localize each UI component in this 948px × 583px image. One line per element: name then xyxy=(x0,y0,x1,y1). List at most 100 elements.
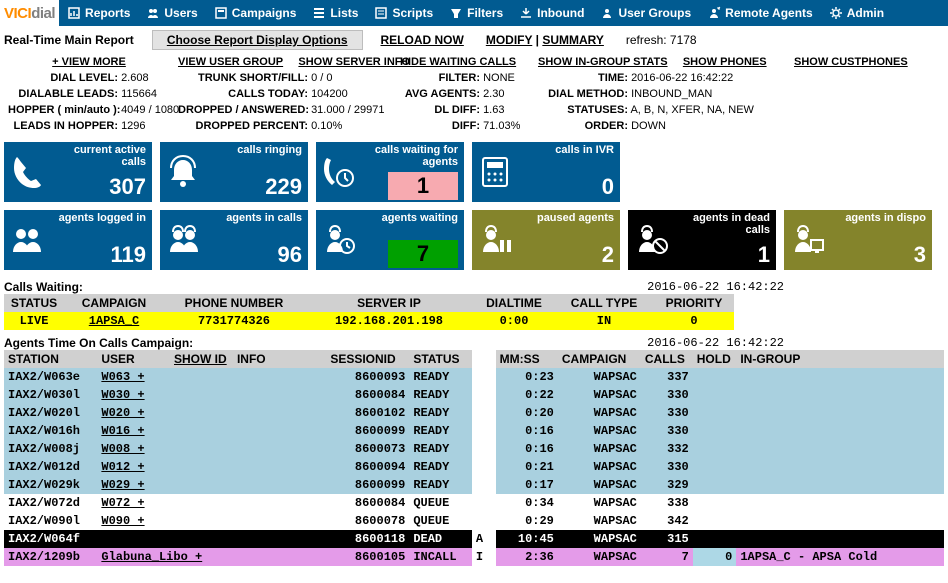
tile-caption: agents waiting xyxy=(382,212,458,224)
table-row[interactable]: IAX2/W029kW029 +8600099READY0:17WAPSAC32… xyxy=(4,476,944,494)
nav-reports[interactable]: Reports xyxy=(59,6,138,20)
table-row[interactable]: IAX2/W063eW063 +8600093READY0:23WAPSAC33… xyxy=(4,368,944,386)
show-phones-link[interactable]: SHOW PHONES xyxy=(683,56,767,68)
cell-flag: A xyxy=(472,530,488,548)
show-server-info-link[interactable]: SHOW SERVER INFO xyxy=(298,56,410,68)
table-row[interactable]: IAX2/W064fW064 +8600118DEADA10:45WAPSAC3… xyxy=(4,530,944,548)
tile-wait[interactable]: calls waiting for agents1 xyxy=(316,142,464,202)
cell-user[interactable]: W030 + xyxy=(97,386,233,404)
col-header[interactable]: SHOW ID xyxy=(170,350,233,368)
table-row[interactable]: IAX2/1209bGlabuna_Libo +8600105INCALLI2:… xyxy=(4,548,944,566)
tile-paused[interactable]: paused agents 2 xyxy=(472,210,620,270)
tile-value: 119 xyxy=(111,242,147,268)
cell-user[interactable]: W016 + xyxy=(97,422,233,440)
cell-hold xyxy=(693,458,737,476)
nav-label: Scripts xyxy=(392,6,433,20)
stat-label: DIAL METHOD: xyxy=(538,86,628,102)
tile-value: 2 xyxy=(602,242,614,268)
show-custphones-link[interactable]: SHOW CUSTPHONES xyxy=(794,56,908,68)
cell-campaign: WAPSAC xyxy=(558,440,641,458)
tile-incalls[interactable]: agents in calls96 xyxy=(160,210,308,270)
cell-campaign: WAPSAC xyxy=(558,530,641,548)
tile-caption: paused agents xyxy=(537,212,614,224)
stat-value: 0 / 0 xyxy=(311,72,332,84)
agents-icon xyxy=(4,210,50,270)
col-header: IN-GROUP xyxy=(736,350,944,368)
logo: VICIdial xyxy=(0,0,59,26)
table-row[interactable]: LIVE1APSA_C7731774326192.168.201.1980:00… xyxy=(4,312,734,330)
tile-agents[interactable]: agents logged in119 xyxy=(4,210,152,270)
view-user-group-link[interactable]: VIEW USER GROUP xyxy=(178,56,283,68)
nav-remote[interactable]: Remote Agents xyxy=(699,6,821,20)
cell-user[interactable]: W029 + xyxy=(97,476,233,494)
nav-lists[interactable]: Lists xyxy=(304,6,366,20)
cell-flag xyxy=(472,368,488,386)
campaign-link[interactable]: 1APSA_C xyxy=(89,314,139,328)
stat-value: 1.63 xyxy=(483,104,504,116)
nav-campaigns[interactable]: Campaigns xyxy=(206,6,305,20)
hide-waiting-calls-link[interactable]: HIDE WAITING CALLS xyxy=(400,56,516,68)
dead-icon xyxy=(628,210,674,270)
tile-caption: calls waiting for agents xyxy=(368,144,458,168)
nav-usergroups[interactable]: User Groups xyxy=(592,6,699,20)
tile-ivr[interactable]: calls in IVR 0 xyxy=(472,142,620,202)
stat-label: DIAL LEVEL: xyxy=(8,70,118,86)
cell-campaign: WAPSAC xyxy=(558,404,641,422)
cell-user[interactable]: W072 + xyxy=(97,494,233,512)
nav-admin[interactable]: Admin xyxy=(821,6,892,20)
tile-phone[interactable]: current active calls307 xyxy=(4,142,152,202)
cell-info xyxy=(233,404,326,422)
nav-scripts[interactable]: Scripts xyxy=(366,6,441,20)
cell-user[interactable]: W090 + xyxy=(97,512,233,530)
tile-bell[interactable]: calls ringing229 xyxy=(160,142,308,202)
cell-sessionid: 8600093 xyxy=(326,368,409,386)
col-header: CAMPAIGN xyxy=(64,294,164,312)
cell-status: READY xyxy=(409,458,471,476)
reload-now-link[interactable]: RELOAD NOW xyxy=(381,33,464,47)
cell-user[interactable]: W063 + xyxy=(97,368,233,386)
nav-filters[interactable]: Filters xyxy=(441,6,511,20)
choose-report-options-button[interactable]: Choose Report Display Options xyxy=(152,30,363,50)
cell-user[interactable]: W064 + xyxy=(97,530,233,548)
agents-title: Agents Time On Calls Campaign: xyxy=(4,336,193,350)
stat-label: TIME: xyxy=(538,70,628,86)
agents-header: Agents Time On Calls Campaign: 2016-06-2… xyxy=(0,330,948,350)
tile-dispo[interactable]: agents in dispo3 xyxy=(784,210,932,270)
tile-caption: agents in dead calls xyxy=(680,212,770,236)
table-row[interactable]: IAX2/W072dW072 +8600084QUEUE0:34WAPSAC33… xyxy=(4,494,944,512)
table-row[interactable]: IAX2/W020lW020 +8600102READY0:20WAPSAC33… xyxy=(4,404,944,422)
cell: IN xyxy=(554,312,654,330)
stat-label: ORDER: xyxy=(538,118,628,134)
cell-user[interactable]: Glabuna_Libo + xyxy=(97,548,233,566)
cell-station: IAX2/W008j xyxy=(4,440,97,458)
show-ingroup-stats-link[interactable]: SHOW IN-GROUP STATS xyxy=(538,56,668,68)
tile-value: 0 xyxy=(602,174,614,200)
tile-caption: calls in IVR xyxy=(555,144,614,156)
nav-inbound[interactable]: Inbound xyxy=(511,6,592,20)
cell-station: IAX2/W012d xyxy=(4,458,97,476)
cell-user[interactable]: W020 + xyxy=(97,404,233,422)
stat-value: DOWN xyxy=(631,120,666,132)
tile-dead[interactable]: agents in dead calls1 xyxy=(628,210,776,270)
table-row[interactable]: IAX2/W008jW008 +8600073READY0:16WAPSAC33… xyxy=(4,440,944,458)
tile-waiting[interactable]: agents waiting7 xyxy=(316,210,464,270)
cell-user[interactable]: W012 + xyxy=(97,458,233,476)
cell-sessionid: 8600084 xyxy=(326,494,409,512)
summary-link[interactable]: SUMMARY xyxy=(542,33,604,47)
cell-ingroup xyxy=(736,458,944,476)
tile-caption: calls ringing xyxy=(237,144,302,156)
table-row[interactable]: IAX2/W090lW090 +8600078QUEUE0:29WAPSAC34… xyxy=(4,512,944,530)
cell-hold xyxy=(693,512,737,530)
cell-flag: I xyxy=(472,548,488,566)
cell-user[interactable]: W008 + xyxy=(97,440,233,458)
table-row[interactable]: IAX2/W016hW016 +8600099READY0:16WAPSAC33… xyxy=(4,422,944,440)
view-more-link[interactable]: + VIEW MORE xyxy=(52,56,126,68)
cell-mmss: 0:22 xyxy=(496,386,558,404)
cell-flag xyxy=(472,494,488,512)
table-row[interactable]: IAX2/W030lW030 +8600084READY0:22WAPSAC33… xyxy=(4,386,944,404)
table-row[interactable]: IAX2/W012dW012 +8600094READY0:21WAPSAC33… xyxy=(4,458,944,476)
nav-users[interactable]: Users xyxy=(138,6,205,20)
stat-value: NONE xyxy=(483,72,515,84)
modify-link[interactable]: MODIFY xyxy=(486,33,532,47)
nav-label: Admin xyxy=(847,6,884,20)
